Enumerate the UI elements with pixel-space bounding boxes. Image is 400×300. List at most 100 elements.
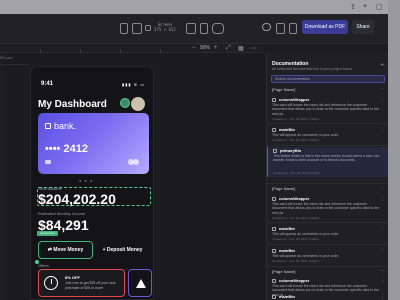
deposit-money-label: Deposit Money <box>106 247 143 253</box>
avatar[interactable] <box>131 97 145 111</box>
code-icon[interactable] <box>276 23 285 34</box>
chevron-up-icon[interactable]: ⌃ <box>381 87 384 92</box>
comment-pin-icon[interactable] <box>120 98 130 108</box>
tv-icon[interactable] <box>200 23 208 34</box>
zoom-in-icon[interactable]: + <box>214 45 218 51</box>
share-button[interactable]: Share <box>352 20 374 34</box>
component-icon <box>272 227 276 231</box>
collapse-icon[interactable]: ⇤ <box>381 62 385 68</box>
bank-logo-icon <box>45 123 51 129</box>
entry-description: This will appear as comments in your cod… <box>272 133 340 137</box>
entry-description: This card will house the users list and … <box>272 202 380 215</box>
offer-text: Join now to get $25 off your next purcha… <box>65 281 116 290</box>
entry-name: mainBtn <box>279 248 295 253</box>
entry-description: This card will house the users list and … <box>272 103 380 116</box>
offers-label: Offers <box>38 263 49 268</box>
section-title: [Page Name] <box>272 87 296 92</box>
alarm-clock-icon <box>44 276 58 290</box>
doc-entry-selected[interactable]: primaryBtn ⋮ This button exists to link … <box>267 147 388 177</box>
component-icon <box>272 295 276 299</box>
doc-entry[interactable]: mainBtn ⋮ This will appear as comments i… <box>267 225 388 242</box>
grid-icon[interactable]: ▦ <box>238 45 244 52</box>
deposit-money-button[interactable]: + Deposit Money <box>95 241 150 259</box>
zoom-out-icon[interactable]: − <box>192 45 196 51</box>
search-input[interactable]: Search documentation <box>271 75 385 83</box>
doc-entry[interactable]: mainBtn ⋮ This will appear as comments i… <box>267 247 388 264</box>
docs-icon[interactable] <box>289 23 297 34</box>
divider <box>267 266 388 267</box>
device-small-icon[interactable] <box>145 25 151 31</box>
desktop-icon[interactable] <box>186 23 196 34</box>
move-money-button[interactable]: ⇄ Move Money <box>38 241 93 259</box>
component-icon <box>272 197 276 201</box>
comment-pin-icon[interactable] <box>35 260 39 264</box>
divider <box>267 183 388 184</box>
chevron-up-icon[interactable]: ⌃ <box>381 186 384 191</box>
screen-size-readout: Screen 375 × 812 <box>154 22 176 32</box>
component-icon <box>272 98 276 102</box>
entry-name: primaryBtn <box>280 148 302 153</box>
left-ruler <box>0 53 4 300</box>
guide-line <box>0 64 30 65</box>
card-number: •••• 2412 <box>45 143 88 155</box>
ruler-tick <box>80 49 81 53</box>
rotate-icon[interactable] <box>212 23 224 34</box>
screen-size-value: 375 × 812 <box>154 27 176 32</box>
doc-entry[interactable]: columnWrapper ⋮ This card will house the… <box>267 96 388 122</box>
divider <box>267 145 388 146</box>
brand-logo-icon <box>136 279 146 288</box>
tabs-icon[interactable]: ▢ <box>376 3 383 11</box>
component-badge: component <box>37 231 58 236</box>
preview-icon[interactable] <box>262 23 271 31</box>
download-pdf-button[interactable]: Download as PDF <box>302 20 348 34</box>
chevron-up-icon[interactable]: ⌃ <box>381 269 384 274</box>
carousel-dots[interactable]: ● ● ● <box>79 178 93 183</box>
component-icon <box>272 128 276 132</box>
entry-name: mainBtn <box>279 127 295 132</box>
offer-card[interactable]: 8% OFF Join now to get $25 off your next… <box>38 269 125 297</box>
entry-meta: Created on - Oct. 4th 2023, 5:04pm <box>273 171 321 175</box>
divider <box>267 244 388 245</box>
device-tablet-icon[interactable] <box>132 23 142 34</box>
divider <box>267 222 388 223</box>
more-icon[interactable]: ⋮ <box>380 294 385 300</box>
card-logo: bank. <box>45 121 76 131</box>
status-time: 9:41 <box>41 81 54 87</box>
doc-entry[interactable]: mainBtn ⋮ This will appear as comments i… <box>267 126 388 143</box>
entry-name: columnWrapper <box>279 196 310 201</box>
phone-frame[interactable]: 9:41 ▮▮▮ ≋ ▭ My Dashboard bank. •••• 241… <box>30 66 154 300</box>
fit-icon[interactable]: ⤢ <box>226 45 231 52</box>
documentation-panel: Documentation All notes and documented i… <box>266 53 388 300</box>
ruler-tick <box>40 49 41 53</box>
bank-card[interactable]: bank. •••• 2412 <box>38 113 149 174</box>
mastercard-icon <box>128 159 140 165</box>
section-title: [Page Name] <box>272 186 296 191</box>
entry-description: This button exists to link to the move m… <box>273 154 380 163</box>
toolbar: Screen 375 × 812 Download as PDF Share <box>0 14 388 44</box>
chip-icon <box>45 160 51 164</box>
add-tab-icon[interactable]: + <box>363 3 367 10</box>
entry-meta: Created on - Oct. 4th 2023, 5:04pm <box>272 237 320 241</box>
monthly-income-label: Estimated Monthly Income <box>38 211 86 216</box>
panel-subtitle: All notes and documented info in your pr… <box>272 67 353 71</box>
doc-entry[interactable]: columnWrapper ⋮ This card will house the… <box>267 195 388 221</box>
divider <box>267 123 388 124</box>
share-icon[interactable]: ⇪ <box>350 3 356 11</box>
os-top-bar: ⇪ + ▢ <box>0 0 400 14</box>
device-phone-icon[interactable] <box>120 23 128 34</box>
offer-tag: 8% OFF <box>65 275 80 280</box>
doc-entry[interactable]: mainBtn ⋮ <box>267 293 388 300</box>
offer-card-secondary[interactable] <box>128 269 152 297</box>
entry-meta: Created on - Oct. 4th 2023, 5:04pm <box>272 138 320 142</box>
ruler-tick <box>160 49 161 53</box>
component-icon <box>272 249 276 253</box>
doc-entry[interactable]: columnWrapper ⋮ This card will house the… <box>267 277 388 297</box>
total-balance: $204,202.20 <box>38 191 116 207</box>
more-icon[interactable]: ⋯ <box>250 45 256 52</box>
card-brand: bank. <box>54 121 77 131</box>
zoom-level: 90% <box>200 45 211 51</box>
entry-name: mainBtn <box>279 226 295 231</box>
entry-name: columnWrapper <box>279 97 310 102</box>
entry-name: columnWrapper <box>279 278 310 283</box>
canvas-frame-label: iPhone <box>0 55 13 60</box>
